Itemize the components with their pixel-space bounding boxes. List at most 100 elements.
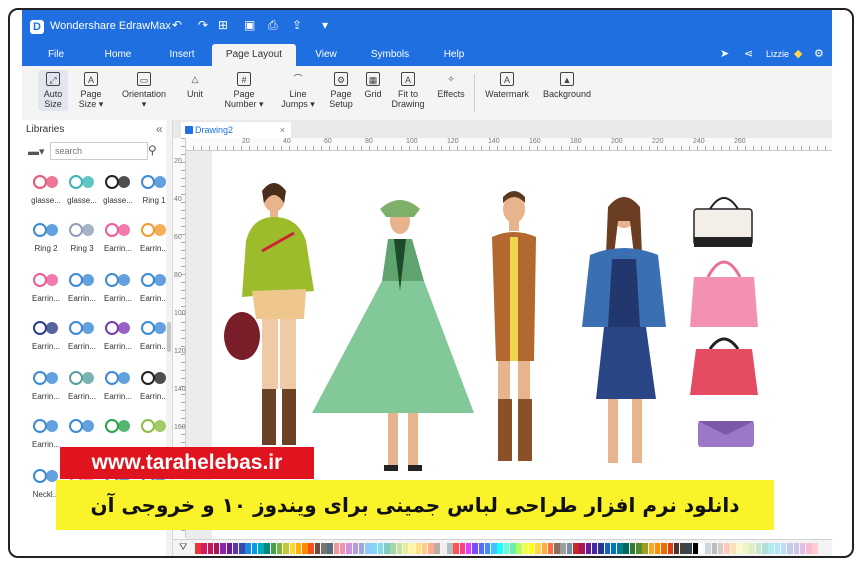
color-swatch[interactable] [339, 543, 346, 554]
color-swatch[interactable] [497, 543, 503, 554]
color-swatch[interactable] [308, 543, 314, 554]
color-swatch[interactable] [213, 543, 220, 554]
color-swatch[interactable] [314, 543, 321, 554]
library-symbol[interactable]: Ring 3 [64, 216, 100, 264]
redo-icon[interactable]: ↷ [198, 18, 208, 32]
color-swatch[interactable] [251, 543, 258, 554]
color-swatch[interactable] [560, 543, 566, 554]
library-scroll-thumb[interactable] [167, 322, 171, 352]
color-swatch[interactable] [484, 543, 491, 554]
color-swatch[interactable] [680, 543, 686, 554]
color-swatch[interactable] [207, 543, 214, 554]
color-swatch[interactable] [535, 543, 541, 554]
color-swatch[interactable] [503, 543, 510, 554]
color-swatch[interactable] [377, 543, 384, 554]
color-swatch[interactable] [692, 543, 699, 554]
page-number-button[interactable]: # Page Number ▾ [224, 72, 264, 109]
color-swatch[interactable] [762, 543, 768, 554]
color-swatch[interactable] [276, 543, 283, 554]
library-menu-icon[interactable]: ▬▾ [28, 145, 45, 158]
handbag-black[interactable] [693, 197, 753, 247]
settings-icon[interactable]: ⚙ [814, 47, 824, 60]
color-swatch[interactable] [642, 543, 648, 554]
color-swatch[interactable] [711, 543, 718, 554]
color-swatch[interactable] [270, 543, 277, 554]
color-swatch[interactable] [447, 543, 453, 554]
color-swatch[interactable] [673, 543, 680, 554]
color-swatch[interactable] [579, 543, 585, 554]
color-swatch[interactable] [465, 543, 472, 554]
user-name[interactable]: Lizzie [766, 49, 789, 59]
color-swatch[interactable] [384, 543, 390, 554]
color-swatch[interactable] [327, 543, 333, 554]
color-swatch[interactable] [358, 543, 365, 554]
tab-file[interactable]: File [36, 44, 76, 66]
color-swatch[interactable] [522, 543, 529, 554]
color-swatch[interactable] [352, 543, 358, 554]
color-swatch[interactable] [617, 543, 623, 554]
color-swatch[interactable] [686, 543, 692, 554]
color-swatch[interactable] [415, 543, 421, 554]
grid-button[interactable]: ▦ Grid [362, 72, 384, 99]
tab-page-layout[interactable]: Page Layout [212, 44, 296, 66]
color-swatch[interactable] [749, 543, 755, 554]
color-swatch[interactable] [239, 543, 245, 554]
color-swatch[interactable] [295, 543, 302, 554]
library-symbol[interactable]: Earrin... [64, 266, 100, 314]
color-swatch[interactable] [648, 543, 655, 554]
library-symbol[interactable]: Earrin... [64, 314, 100, 362]
library-symbol[interactable]: Earrin... [28, 314, 64, 362]
unit-button[interactable]: △ Unit [184, 72, 206, 99]
color-swatch[interactable] [604, 543, 610, 554]
color-swatch[interactable] [528, 543, 535, 554]
color-swatch[interactable] [371, 543, 377, 554]
fit-to-drawing-button[interactable]: A Fit to Drawing [390, 72, 426, 109]
color-swatch[interactable] [636, 543, 642, 554]
export-icon[interactable]: ⇪ [292, 18, 302, 32]
color-swatch[interactable] [793, 543, 799, 554]
document-tab[interactable]: Drawing2 × [181, 122, 291, 138]
color-swatch[interactable] [705, 543, 711, 554]
auto-size-button[interactable]: ⤢ Auto Size [38, 70, 68, 111]
color-swatch[interactable] [566, 543, 573, 554]
color-swatch[interactable] [421, 543, 428, 554]
color-swatch[interactable] [812, 543, 818, 554]
new-icon[interactable]: ⊞ [218, 18, 228, 32]
page-setup-button[interactable]: ⚙ Page Setup [328, 72, 354, 109]
color-swatch[interactable] [428, 543, 434, 554]
search-icon[interactable]: ⚲ [148, 143, 157, 157]
color-swatch[interactable] [346, 543, 352, 554]
color-swatch[interactable] [264, 543, 270, 554]
color-swatch[interactable] [232, 543, 239, 554]
background-button[interactable]: ▲ Background [542, 72, 592, 99]
fashion-figure-2[interactable] [312, 200, 474, 471]
tab-help[interactable]: Help [434, 44, 474, 66]
print-icon[interactable]: ⎙ [268, 18, 278, 33]
color-swatch[interactable] [409, 543, 415, 554]
page-size-button[interactable]: A Page Size ▾ [76, 72, 106, 109]
color-swatch[interactable] [453, 543, 459, 554]
color-swatch[interactable] [654, 543, 661, 554]
color-swatch[interactable] [472, 543, 478, 554]
collapse-panel-icon[interactable]: « [156, 122, 163, 136]
color-swatch[interactable] [201, 543, 207, 554]
color-swatch[interactable] [743, 543, 749, 554]
fashion-figure-1[interactable] [224, 183, 314, 445]
tab-view[interactable]: View [306, 44, 346, 66]
library-symbol[interactable]: Earrin... [100, 266, 136, 314]
color-swatch[interactable] [365, 543, 371, 554]
color-swatch[interactable] [516, 543, 522, 554]
color-swatch[interactable] [491, 543, 497, 554]
color-swatch[interactable] [434, 543, 440, 554]
color-swatch[interactable] [547, 543, 554, 554]
library-symbol[interactable]: Earrin... [100, 216, 136, 264]
color-swatch[interactable] [774, 543, 781, 554]
color-swatch[interactable] [799, 543, 806, 554]
open-icon[interactable]: ▣ [244, 18, 255, 32]
fashion-figure-3[interactable] [492, 191, 536, 461]
library-symbol[interactable]: Earrin... [64, 364, 100, 412]
send-icon[interactable]: ➤ [720, 47, 729, 60]
color-swatch[interactable] [667, 543, 673, 554]
color-swatch[interactable] [730, 543, 736, 554]
color-swatch[interactable] [245, 543, 251, 554]
